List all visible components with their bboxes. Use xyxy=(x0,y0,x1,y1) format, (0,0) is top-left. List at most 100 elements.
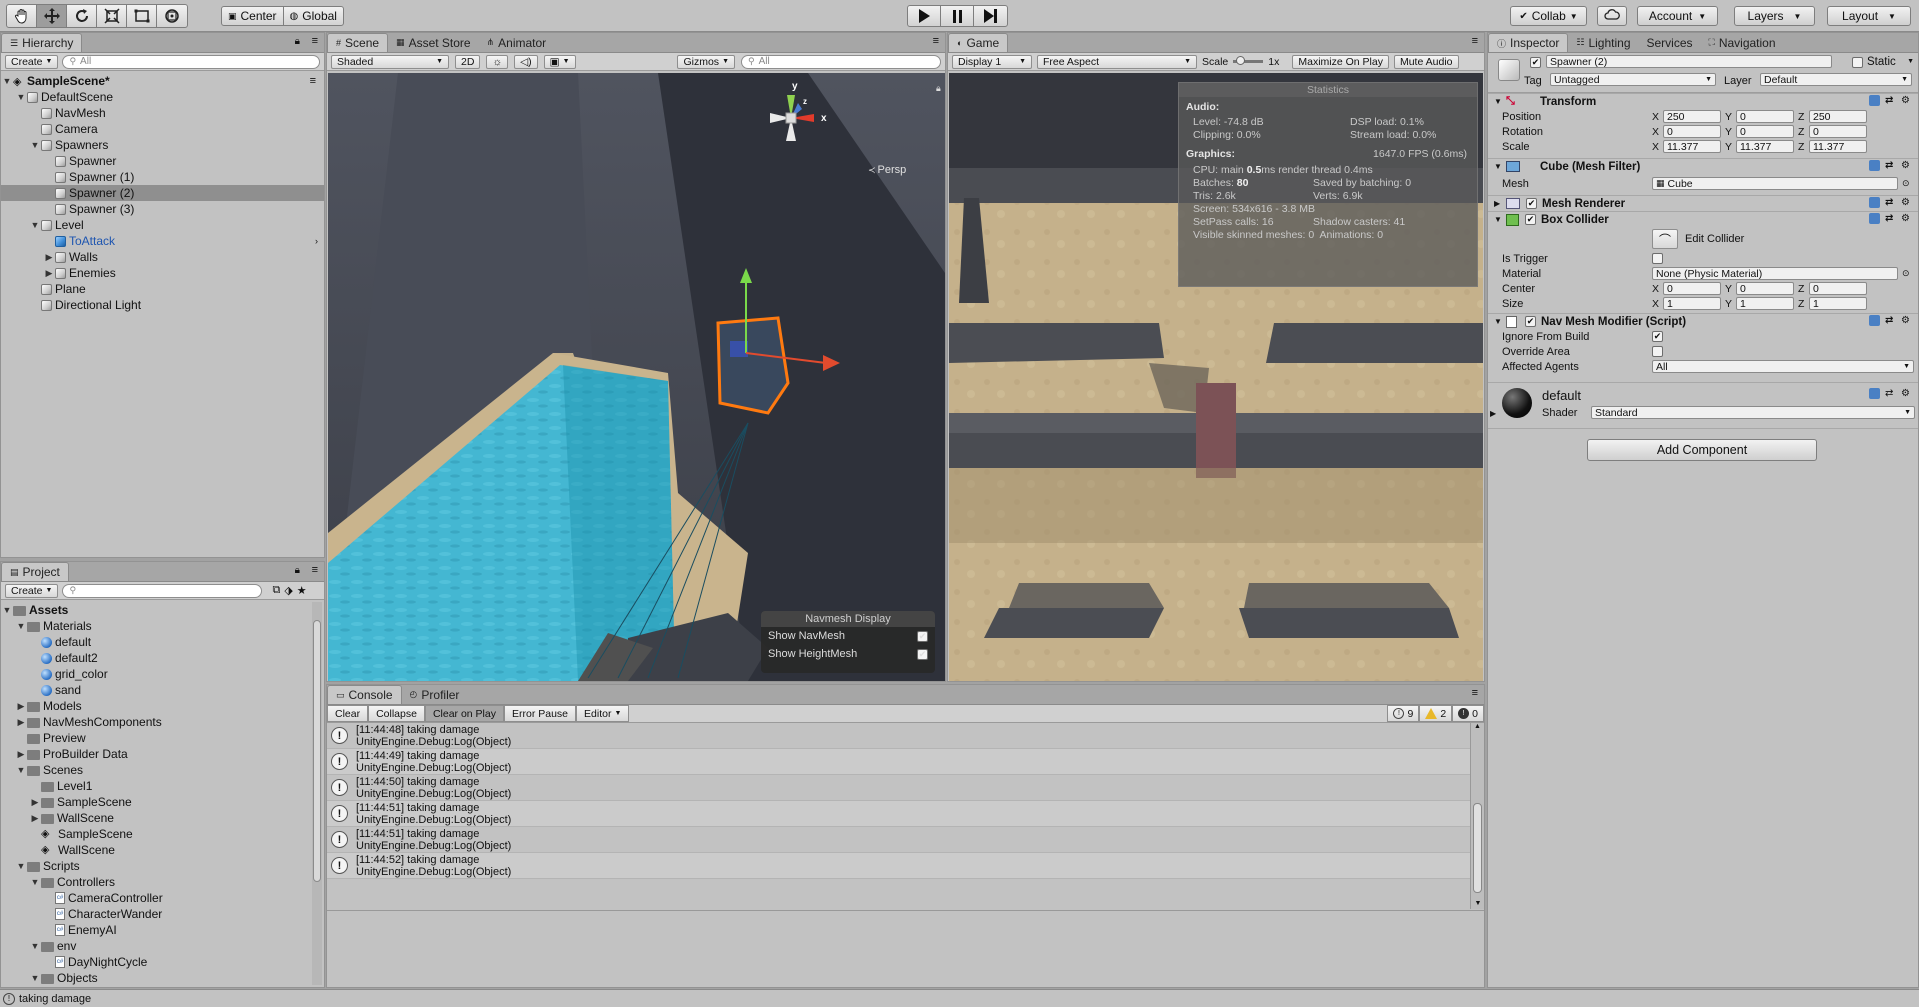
favorite-icon[interactable]: ★ xyxy=(297,584,307,597)
scale-z-field[interactable]: 11.377 xyxy=(1809,140,1867,153)
scene-viewport[interactable]: y x z 🔒︎ ≺ Persp Navmesh Display Show Nav… xyxy=(328,73,945,681)
tab-console[interactable]: ▭ Console xyxy=(327,685,402,704)
tab-services[interactable]: Services xyxy=(1639,33,1701,52)
position-y-field[interactable]: 0 xyxy=(1736,110,1794,123)
active-checkbox[interactable]: ✔ xyxy=(1530,57,1541,68)
project-item[interactable]: ▼ Scenes xyxy=(1,762,324,778)
chevron-right-icon[interactable]: › xyxy=(315,236,318,246)
project-item[interactable]: default2 xyxy=(1,650,324,666)
scene-menu-icon[interactable]: ≡ xyxy=(310,75,316,87)
scroll-thumb[interactable] xyxy=(1473,803,1482,893)
scale-y-field[interactable]: 11.377 xyxy=(1736,140,1794,153)
audio-toggle[interactable]: ◁) xyxy=(514,54,538,69)
hierarchy-item[interactable]: ▼ Spawners xyxy=(1,137,324,153)
mesh-field[interactable]: ▦ Cube xyxy=(1652,177,1898,190)
enabled-checkbox[interactable]: ✔ xyxy=(1525,316,1536,327)
gear-icon[interactable]: ⚙ xyxy=(1901,388,1912,399)
chevron-down-icon[interactable]: ▼ xyxy=(15,861,27,871)
tab-lighting[interactable]: ☷ Lighting xyxy=(1568,33,1638,52)
hierarchy-item[interactable]: Spawner xyxy=(1,153,324,169)
chevron-right-icon[interactable]: ▶ xyxy=(29,797,41,808)
size-z-field[interactable]: 1 xyxy=(1809,297,1867,310)
scroll-thumb[interactable] xyxy=(313,620,321,882)
error-pause-toggle[interactable]: Error Pause xyxy=(503,705,577,722)
rotate-tool-icon[interactable] xyxy=(67,5,97,27)
hierarchy-item[interactable]: Spawner (3) xyxy=(1,201,324,217)
help-icon[interactable] xyxy=(1869,160,1880,171)
box-collider-component-header[interactable]: ▼ ✔ Box Collider ⇄ ⚙ xyxy=(1488,211,1918,227)
gear-icon[interactable]: ⚙ xyxy=(1901,197,1912,208)
project-item[interactable]: Preview xyxy=(1,730,324,746)
gizmos-dropdown[interactable]: Gizmos ▼ xyxy=(677,54,735,69)
console-log-entry[interactable]: ! [11:44:48] taking damage UnityEngine.Deb… xyxy=(327,723,1470,749)
aspect-dropdown[interactable]: Free Aspect ▼ xyxy=(1037,54,1197,69)
project-scrollbar[interactable] xyxy=(312,602,322,985)
preset-icon[interactable]: ⇄ xyxy=(1885,197,1896,208)
edit-collider-button[interactable]: ⌒ xyxy=(1652,229,1678,249)
chevron-right-icon[interactable]: ▶ xyxy=(15,717,27,728)
chevron-right-icon[interactable]: ▶ xyxy=(43,268,55,279)
gear-icon[interactable]: ⚙ xyxy=(1901,213,1912,224)
object-picker-icon[interactable]: ⊙ xyxy=(1902,268,1910,279)
tab-profiler[interactable]: ◴ Profiler xyxy=(402,685,468,704)
chevron-down-icon[interactable]: ▼ xyxy=(29,973,41,983)
mesh-filter-component-header[interactable]: ▼ Cube (Mesh Filter) ⇄ ⚙ xyxy=(1488,158,1918,174)
project-item[interactable]: ◈ SampleScene xyxy=(1,826,324,842)
panel-menu-icon[interactable]: ≡ xyxy=(1472,35,1478,47)
log-count-toggle[interactable]: ! 9 xyxy=(1387,705,1420,722)
filter-type-icon[interactable]: ⧉ xyxy=(272,584,280,597)
project-search-input[interactable]: ⚲ xyxy=(62,583,263,598)
lock-icon[interactable]: 🔒︎ xyxy=(295,565,300,576)
tab-inspector[interactable]: ⓘ Inspector xyxy=(1488,33,1569,52)
show-navmesh-row[interactable]: Show NavMesh ✔ xyxy=(761,627,935,645)
chevron-down-icon[interactable]: ▼ xyxy=(29,941,41,951)
hierarchy-item[interactable]: ▶ Walls xyxy=(1,249,324,265)
project-item[interactable]: c# CharacterWander xyxy=(1,906,324,922)
chevron-down-icon[interactable]: ▼ xyxy=(15,621,27,631)
hierarchy-item[interactable]: ▼ Level xyxy=(1,217,324,233)
shading-mode-dropdown[interactable]: Shaded ▼ xyxy=(331,54,449,69)
hierarchy-item[interactable]: Spawner (1) xyxy=(1,169,324,185)
chevron-down-icon[interactable]: ▼ xyxy=(1,76,13,86)
static-checkbox[interactable] xyxy=(1852,57,1863,68)
error-count-toggle[interactable]: ! 0 xyxy=(1452,705,1484,722)
display-dropdown[interactable]: Display 1 ▼ xyxy=(952,54,1032,69)
panel-menu-icon[interactable]: ≡ xyxy=(312,564,318,576)
account-dropdown[interactable]: Account ▼ xyxy=(1637,6,1718,26)
gear-icon[interactable]: ⚙ xyxy=(1901,160,1912,171)
object-picker-icon[interactable]: ⊙ xyxy=(1902,178,1910,189)
pause-button[interactable] xyxy=(941,6,974,26)
lock-icon[interactable]: 🔒︎ xyxy=(936,83,941,94)
hand-tool-icon[interactable] xyxy=(7,5,37,27)
show-navmesh-checkbox[interactable]: ✔ xyxy=(917,630,928,642)
project-item[interactable]: c# CameraController xyxy=(1,890,324,906)
console-log-entry[interactable]: ! [11:44:51] taking damage UnityEngine.Deb… xyxy=(327,827,1470,853)
project-item[interactable]: ▶ Models xyxy=(1,698,324,714)
rect-tool-icon[interactable] xyxy=(127,5,157,27)
scroll-down-icon[interactable]: ▼ xyxy=(1471,900,1485,907)
move-tool-icon[interactable] xyxy=(37,5,67,27)
tab-project[interactable]: ▤ Project xyxy=(1,562,69,581)
rotation-y-field[interactable]: 0 xyxy=(1736,125,1794,138)
project-item[interactable]: ▼ Materials xyxy=(1,618,324,634)
project-item[interactable]: ▼ Objects xyxy=(1,970,324,985)
mute-audio-toggle[interactable]: Mute Audio xyxy=(1393,54,1459,69)
step-button[interactable] xyxy=(974,6,1007,26)
game-viewport[interactable]: Statistics Audio: Level: -74.8 dB DSP lo… xyxy=(949,73,1483,681)
tab-animator[interactable]: ⋔ Animator xyxy=(479,33,555,52)
preset-icon[interactable]: ⇄ xyxy=(1885,160,1896,171)
hierarchy-item[interactable]: Camera xyxy=(1,121,324,137)
scroll-up-icon[interactable]: ▲ xyxy=(1471,723,1484,730)
persp-label[interactable]: ≺ Persp xyxy=(868,164,906,176)
size-x-field[interactable]: 1 xyxy=(1663,297,1721,310)
project-item[interactable]: c# EnemyAI xyxy=(1,922,324,938)
scene-search-input[interactable]: ⚲ All xyxy=(741,54,941,69)
panel-menu-icon[interactable]: ≡ xyxy=(312,35,318,47)
hierarchy-item[interactable]: ▶ Enemies xyxy=(1,265,324,281)
collab-button[interactable]: ✔ Collab ▼ xyxy=(1510,6,1587,26)
size-y-field[interactable]: 1 xyxy=(1736,297,1794,310)
console-log-entry[interactable]: ! [11:44:50] taking damage UnityEngine.Deb… xyxy=(327,775,1470,801)
chevron-right-icon[interactable]: ▶ xyxy=(15,701,27,712)
clear-button[interactable]: Clear xyxy=(327,705,369,722)
ignore-from-build-checkbox[interactable]: ✔ xyxy=(1652,331,1663,342)
